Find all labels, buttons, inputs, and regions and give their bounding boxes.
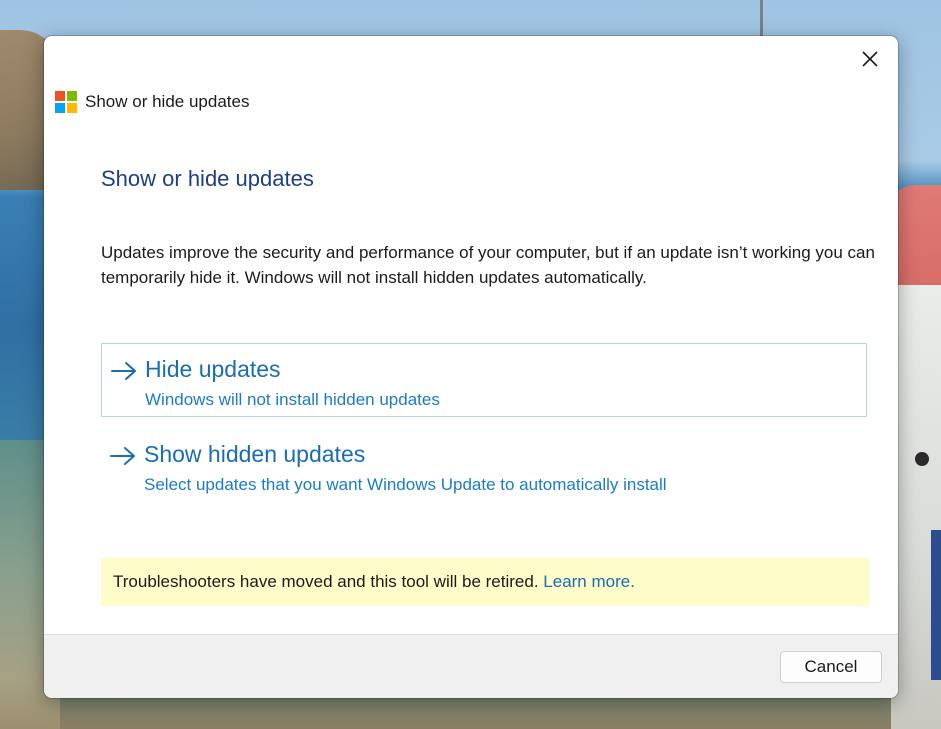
logo-quadrant	[55, 91, 65, 101]
dialog-footer: Cancel	[44, 634, 898, 698]
learn-more-link[interactable]: Learn more.	[543, 572, 635, 591]
retirement-notice: Troubleshooters have moved and this tool…	[101, 558, 869, 606]
cancel-button[interactable]: Cancel	[780, 651, 882, 683]
close-button[interactable]	[848, 40, 892, 78]
desktop-background: Show or hide updates Show or hide update…	[0, 0, 941, 729]
page-heading: Show or hide updates	[101, 166, 314, 191]
wallpaper-hole	[915, 452, 929, 466]
logo-quadrant	[67, 91, 77, 101]
windows-logo-icon	[55, 91, 77, 113]
option-subtitle: Windows will not install hidden updates	[145, 390, 440, 409]
close-icon	[862, 51, 878, 67]
window-title-bar: Show or hide updates	[55, 91, 249, 113]
wallpaper-pole	[760, 0, 763, 36]
hide-updates-option[interactable]: Hide updates Windows will not install hi…	[101, 343, 867, 417]
logo-quadrant	[55, 103, 65, 113]
option-subtitle: Select updates that you want Windows Upd…	[144, 475, 667, 494]
notice-text: Troubleshooters have moved and this tool…	[113, 572, 539, 591]
window-title: Show or hide updates	[85, 92, 250, 111]
arrow-right-icon	[111, 362, 136, 380]
logo-quadrant	[67, 103, 77, 113]
show-hidden-updates-option[interactable]: Show hidden updates Select updates that …	[101, 429, 867, 503]
description-text: Updates improve the security and perform…	[101, 243, 875, 287]
option-title: Show hidden updates	[144, 441, 366, 467]
option-title: Hide updates	[145, 356, 281, 382]
wallpaper-door	[931, 530, 941, 680]
arrow-right-icon	[110, 447, 135, 465]
troubleshooter-dialog: Show or hide updates Show or hide update…	[44, 36, 898, 698]
